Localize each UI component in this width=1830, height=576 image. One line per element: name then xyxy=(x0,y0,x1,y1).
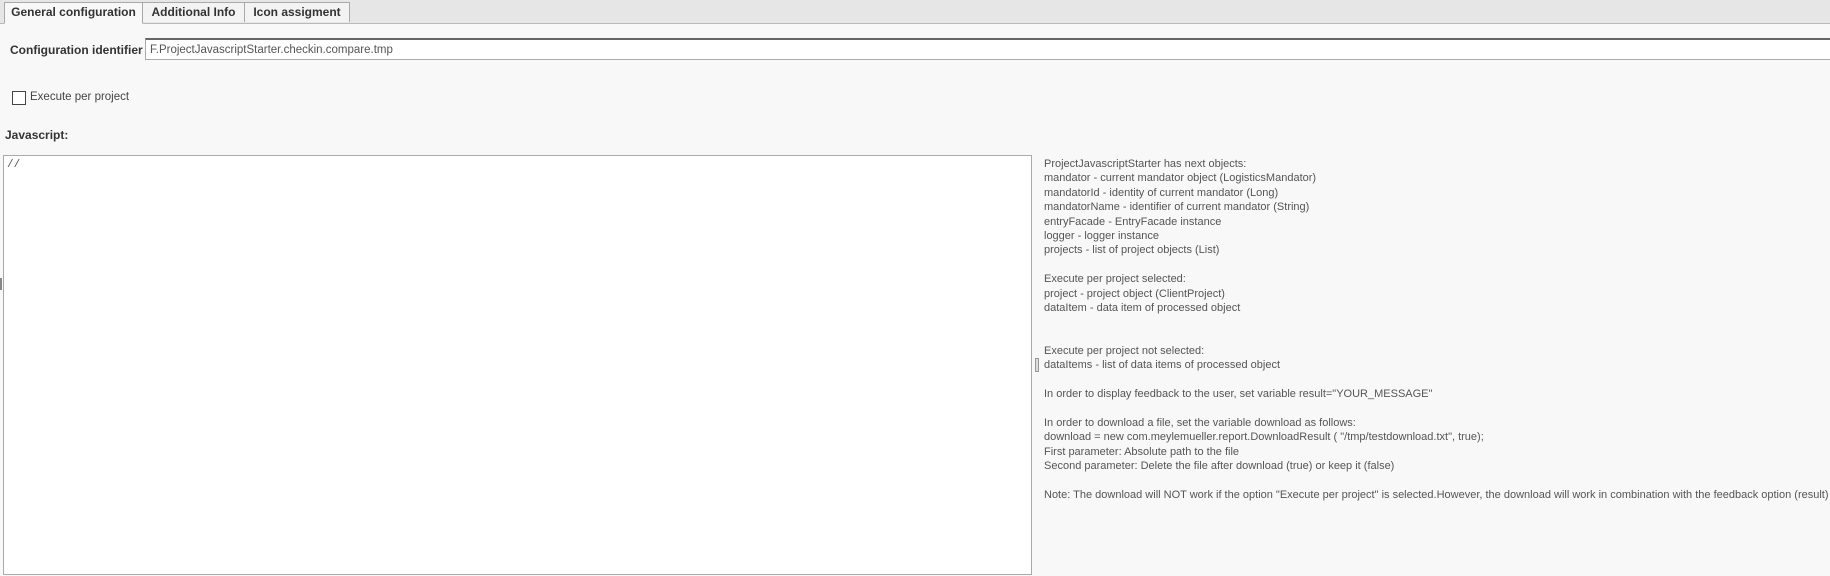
info-selected-item: project - project object (ClientProject) xyxy=(1044,287,1225,300)
javascript-label: Javascript: xyxy=(5,128,69,142)
info-intro: ProjectJavascriptStarter has next object… xyxy=(1044,158,1247,170)
info-object: mandator - current mandator object (Logi… xyxy=(1044,172,1317,185)
info-download-line: download = new com.meylemueller.report.D… xyxy=(1044,431,1484,444)
info-note: Note: The download will NOT work if the … xyxy=(1044,488,1829,501)
tab-general-configuration[interactable]: General configuration xyxy=(4,2,143,24)
info-object: entryFacade - EntryFacade instance xyxy=(1044,215,1222,228)
javascript-code-editor[interactable]: // xyxy=(3,155,1032,575)
info-selected-title: Execute per project selected: xyxy=(1044,273,1186,286)
info-not-selected-item: dataItems - list of data items of proces… xyxy=(1044,359,1281,372)
execute-per-project-label: Execute per project xyxy=(30,91,130,103)
tab-bar: General configuration Additional Info Ic… xyxy=(0,0,1830,24)
info-download-line: Second parameter: Delete the file after … xyxy=(1044,460,1395,473)
left-edge-handle xyxy=(0,278,2,290)
info-not-selected-title: Execute per project not selected: xyxy=(1044,345,1205,358)
info-object: mandatorName - identifier of current man… xyxy=(1044,201,1310,214)
configuration-identifier-input[interactable] xyxy=(145,38,1830,60)
configuration-identifier-label: Configuration identifier xyxy=(10,43,143,57)
info-object: logger - logger instance xyxy=(1044,229,1159,242)
panel-splitter-handle[interactable] xyxy=(1035,358,1039,372)
tab-additional-info[interactable]: Additional Info xyxy=(142,2,245,22)
help-info-panel: ProjectJavascriptStarter has next object… xyxy=(1044,157,1829,502)
info-selected-item: dataItem - data item of processed object xyxy=(1044,301,1241,314)
info-object: projects - list of project objects (List… xyxy=(1044,244,1220,257)
info-download-title: In order to download a file, set the var… xyxy=(1044,417,1356,430)
tab-icon-assigment[interactable]: Icon assigment xyxy=(244,2,350,22)
info-object: mandatorId - identity of current mandato… xyxy=(1044,186,1279,199)
info-download-line: First parameter: Absolute path to the fi… xyxy=(1044,445,1240,458)
info-feedback: In order to display feedback to the user… xyxy=(1044,388,1433,401)
execute-per-project-checkbox[interactable] xyxy=(12,91,26,105)
